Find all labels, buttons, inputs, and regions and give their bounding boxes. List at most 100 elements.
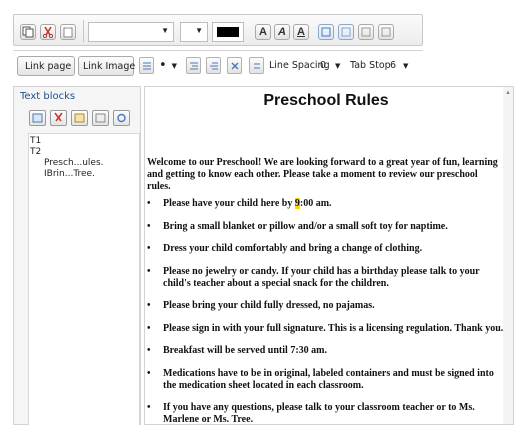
bullet-list-icon (142, 62, 151, 69)
chevron-down-icon: ▼ (171, 61, 178, 70)
line-spacing-select[interactable]: 0 ▼ (320, 57, 348, 74)
align-center-icon (341, 27, 351, 37)
list-item: • Dress your child comfortably and bring … (147, 243, 507, 255)
font-size-select[interactable]: ▼ (180, 22, 208, 42)
bullet-dot: • (147, 220, 151, 232)
paste-button[interactable] (60, 24, 76, 40)
tree-item-t1[interactable]: T1 (30, 136, 41, 146)
align-right-button[interactable] (358, 24, 374, 40)
rule-text: Bring a small blanket or pillow and/or a… (163, 220, 448, 232)
scissors-icon (54, 112, 63, 122)
rule-text: Please bring your child fully dressed, n… (163, 300, 375, 311)
intro-paragraph: Welcome to our Preschool! We are looking… (147, 157, 498, 192)
bullet-dot: • (147, 265, 151, 277)
font-family-select[interactable]: ▼ (88, 22, 174, 42)
list-item: • Medications have to be in original, lab… (147, 368, 507, 392)
link-page-label: Link page (25, 60, 72, 72)
list-item: • Bring a small blanket or pillow and/or … (147, 221, 507, 233)
underline-label: A (297, 26, 305, 38)
document-editor[interactable]: ▲ Preschool Rules Welcome to our Prescho… (144, 86, 514, 425)
rule-text: If you have any questions, please talk t… (163, 402, 475, 425)
bold-label: A (259, 26, 267, 38)
image-icon (74, 113, 85, 123)
tab-stop-value: 6 (390, 60, 397, 71)
clear-format-button[interactable] (227, 57, 242, 74)
align-left-icon (321, 27, 331, 37)
underline-button[interactable]: A (293, 24, 309, 40)
clear-format-icon (231, 62, 238, 69)
rule-text: Please sign in with your full signature.… (163, 322, 504, 334)
text-blocks-tree: T1 T2 Presch...ules. IBrin...Tree. (28, 133, 140, 425)
settings-block-button[interactable] (113, 110, 130, 126)
bold-button[interactable]: A (255, 24, 271, 40)
align-left-button[interactable] (318, 24, 334, 40)
bullet-dot: • (147, 402, 151, 413)
rule-text-after: :00 am. (299, 198, 332, 209)
gear-icon (117, 113, 126, 123)
copy-icon (22, 26, 34, 38)
tab-stop-text: Tab Stop (350, 60, 391, 71)
rule-text: Please no jewelry or candy. If your chil… (163, 265, 480, 289)
rules-list: • Please have your child here by 9:00 am… (147, 198, 507, 425)
link-page-button[interactable]: Link page (17, 56, 75, 76)
bullet-dot: • (147, 345, 151, 356)
rule-text-before: Please have your child here by (163, 198, 295, 209)
bullet-glyph: • (159, 58, 167, 73)
tree-item-bring-tree[interactable]: IBrin...Tree. (44, 169, 95, 179)
text-blocks-panel: Text blocks T1 T2 Presch...ules. IBrin..… (13, 86, 141, 425)
font-color-picker[interactable] (212, 22, 244, 42)
align-justify-button[interactable] (378, 24, 394, 40)
bullet-dot: • (147, 322, 151, 334)
list-item: • Please no jewelry or candy. If your chi… (147, 266, 507, 290)
list-item: • Please have your child here by 9:00 am… (147, 198, 507, 210)
scissors-icon (42, 26, 54, 38)
bullet-list-button[interactable] (139, 57, 154, 74)
bullet-style-select[interactable]: • ▼ (159, 57, 181, 74)
list-item: • Please sign in with your full signature… (147, 323, 507, 335)
tree-item-t2[interactable]: T2 (30, 147, 41, 157)
italic-label: A (278, 26, 286, 38)
tree-item-preschool-rules[interactable]: Presch...ules. (44, 158, 104, 168)
line-spacing-icon (253, 63, 260, 68)
chevron-down-icon: ▼ (195, 26, 203, 35)
chevron-down-icon: ▼ (161, 26, 169, 35)
copy-button[interactable] (20, 24, 36, 40)
chevron-down-icon: ▼ (335, 61, 341, 70)
new-block-button[interactable] (29, 110, 46, 126)
list-item: • If you have any questions, please talk … (147, 402, 507, 425)
copy-icon (32, 113, 43, 123)
tab-stop-label: Tab Stop (350, 57, 391, 74)
indent-button[interactable] (206, 57, 221, 74)
bullet-dot: • (147, 198, 151, 209)
font-color-swatch (217, 27, 239, 37)
bullet-dot: • (147, 243, 151, 254)
align-right-icon (361, 27, 371, 37)
panel-title: Text blocks (20, 91, 76, 102)
outdent-icon (189, 62, 198, 69)
bullet-dot: • (147, 300, 151, 311)
align-center-button[interactable] (338, 24, 354, 40)
clipboard-icon (63, 27, 73, 38)
outdent-button[interactable] (186, 57, 201, 74)
bullet-dot: • (147, 367, 151, 379)
align-justify-icon (381, 27, 391, 37)
rule-text: Breakfast will be served until 7:30 am. (163, 345, 327, 356)
cut-block-button[interactable] (50, 110, 67, 126)
chevron-down-icon: ▼ (403, 61, 409, 70)
rule-text: Medications have to be in original, labe… (163, 367, 494, 391)
rule-text: Dress your child comfortably and bring a… (163, 243, 423, 254)
line-spacing-button[interactable] (249, 57, 264, 74)
text-block-button[interactable] (92, 110, 109, 126)
toolbar-separator (83, 20, 84, 42)
document-title: Preschool Rules (263, 92, 389, 109)
indent-icon (209, 62, 218, 69)
image-block-button[interactable] (71, 110, 88, 126)
tab-stop-select[interactable]: 6 ▼ (390, 57, 414, 74)
list-item: • Breakfast will be served until 7:30 am. (147, 345, 507, 357)
line-spacing-value: 0 (320, 60, 327, 71)
text-block-icon (95, 113, 106, 123)
cut-button[interactable] (40, 24, 56, 40)
list-item: • Please bring your child fully dressed, … (147, 300, 507, 312)
italic-button[interactable]: A (274, 24, 290, 40)
link-image-left-button[interactable]: Link Image left (78, 56, 154, 76)
